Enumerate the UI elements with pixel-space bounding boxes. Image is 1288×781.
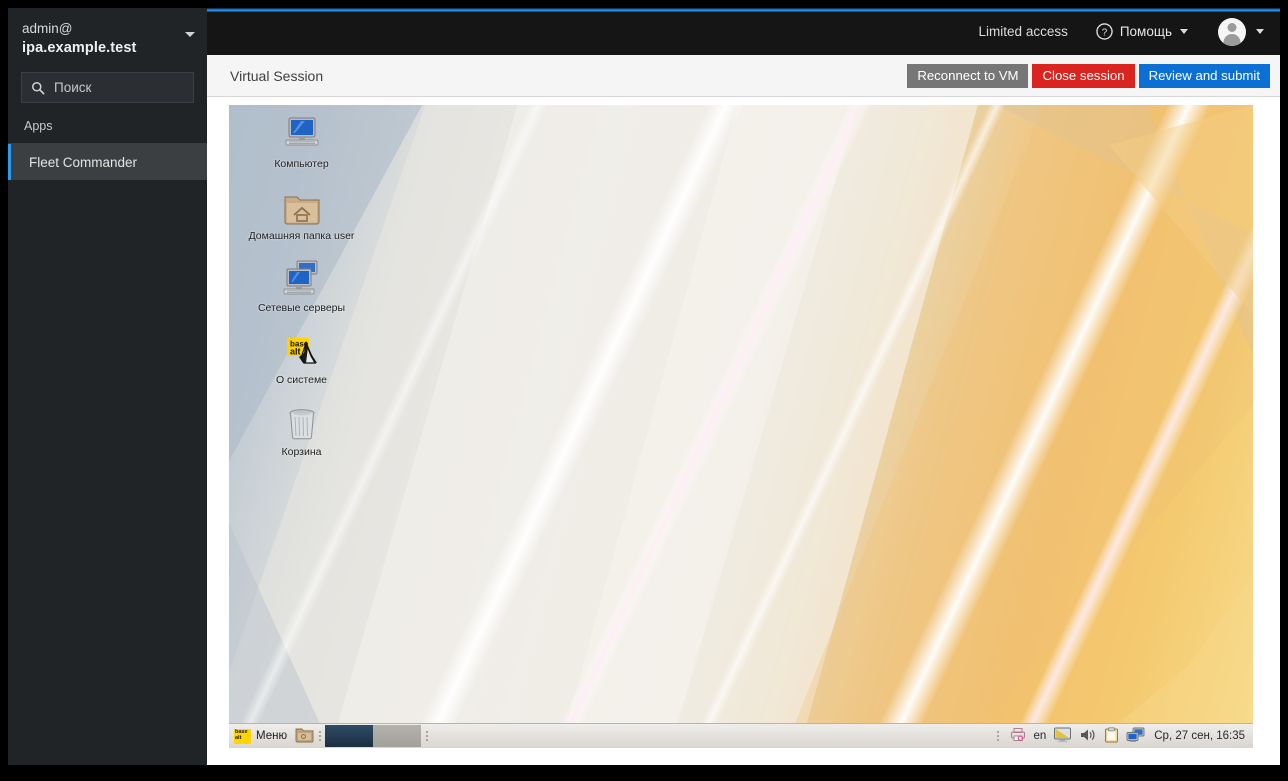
taskbar-separator: [424, 728, 429, 745]
help-menu-label: Помощь: [1120, 24, 1172, 39]
session-toolbar: Virtual Session Reconnect to VM Close se…: [207, 55, 1280, 97]
home-folder-icon: [280, 183, 324, 227]
masthead-accent-bar: [207, 8, 1280, 12]
computer-icon: [280, 111, 324, 155]
review-and-submit-button[interactable]: Review and submit: [1139, 64, 1270, 88]
search-box[interactable]: [21, 72, 194, 103]
sidebar-search-wrap: [8, 68, 207, 113]
network-servers-icon: [280, 255, 324, 299]
masthead: Limited access ? Помощь: [207, 8, 1280, 55]
folder-icon[interactable]: [295, 726, 314, 746]
printer-icon[interactable]: [1010, 727, 1026, 745]
svg-text:?: ?: [1102, 27, 1108, 38]
sidebar: admin@ ipa.example.test Apps Fleet Comma…: [8, 8, 207, 765]
wallpaper-bands: [229, 105, 1253, 748]
page-title: Virtual Session: [230, 68, 903, 84]
clipboard-icon[interactable]: [1104, 727, 1119, 746]
limited-access-label: Limited access: [979, 24, 1068, 39]
desktop-icon-label: Компьютер: [274, 158, 328, 171]
desktop-icon-label: О системе: [276, 374, 327, 387]
logo-line-2: alt: [235, 735, 241, 742]
app-root: admin@ ipa.example.test Apps Fleet Comma…: [0, 0, 1288, 781]
display-icon[interactable]: [1053, 727, 1072, 746]
chevron-down-icon: [1180, 29, 1188, 34]
sidebar-user-block[interactable]: admin@ ipa.example.test: [8, 8, 207, 68]
taskbar-menu-button[interactable]: base alt Меню: [229, 725, 293, 748]
tray-language[interactable]: en: [1033, 730, 1046, 742]
tray-separator: [995, 728, 1000, 745]
active-window-button[interactable]: [325, 725, 373, 747]
help-menu[interactable]: ? Помощь: [1096, 23, 1188, 40]
sidebar-filler: [8, 180, 207, 765]
trash-icon: [280, 399, 324, 443]
taskbar-left: base alt Меню: [229, 724, 432, 748]
user-menu[interactable]: [1218, 18, 1264, 46]
inactive-window-button[interactable]: [373, 725, 421, 747]
desktop-icon-label: Сетевые серверы: [258, 302, 345, 315]
chevron-down-icon[interactable]: [185, 32, 195, 37]
desktop-icon-trash[interactable]: Корзина: [229, 399, 374, 459]
search-input[interactable]: [54, 73, 193, 102]
desktop-icon-network-servers[interactable]: Сетевые серверы: [229, 255, 374, 315]
reconnect-to-vm-button[interactable]: Reconnect to VM: [907, 64, 1028, 88]
basealt-logo-icon: base alt: [280, 327, 324, 371]
tray-clock[interactable]: Ср, 27 сен, 16:35: [1154, 730, 1245, 742]
basealt-logo-icon: base alt: [234, 729, 251, 744]
desktop-icon-label: Домашняя папка user: [249, 230, 355, 243]
svg-text:alt: alt: [290, 347, 301, 357]
sidebar-user-realm: ipa.example.test: [22, 38, 193, 58]
close-session-button[interactable]: Close session: [1032, 64, 1134, 88]
volume-icon[interactable]: [1079, 727, 1097, 746]
sidebar-item-fleet-commander[interactable]: Fleet Commander: [8, 144, 207, 180]
sidebar-user-account: admin@: [22, 20, 193, 38]
desktop-wallpaper: [229, 105, 1253, 748]
sidebar-section-label: Apps: [8, 113, 207, 141]
desktop-icon-list: Компьютер Домашняя папка user: [229, 105, 374, 471]
desktop-icon-label: Корзина: [282, 446, 322, 459]
network-icon[interactable]: [1126, 727, 1145, 746]
search-icon: [31, 81, 45, 95]
desktop-icon-about-system[interactable]: base alt О системе: [229, 327, 374, 387]
sidebar-item-label: Fleet Commander: [29, 155, 137, 170]
question-circle-icon: ?: [1096, 23, 1113, 40]
chevron-down-icon: [1256, 29, 1264, 34]
desktop-icon-computer[interactable]: Компьютер: [229, 111, 374, 171]
taskbar-menu-label: Меню: [256, 730, 287, 742]
system-tray: en: [992, 727, 1253, 746]
desktop-icon-home-folder[interactable]: Домашняя папка user: [229, 183, 374, 243]
taskbar-separator: [317, 728, 322, 745]
desktop-taskbar: base alt Меню: [229, 723, 1253, 748]
virtual-desktop-viewport[interactable]: Компьютер Домашняя папка user: [229, 105, 1253, 748]
content-panel: Virtual Session Reconnect to VM Close se…: [207, 55, 1280, 765]
user-avatar-icon: [1218, 18, 1246, 46]
